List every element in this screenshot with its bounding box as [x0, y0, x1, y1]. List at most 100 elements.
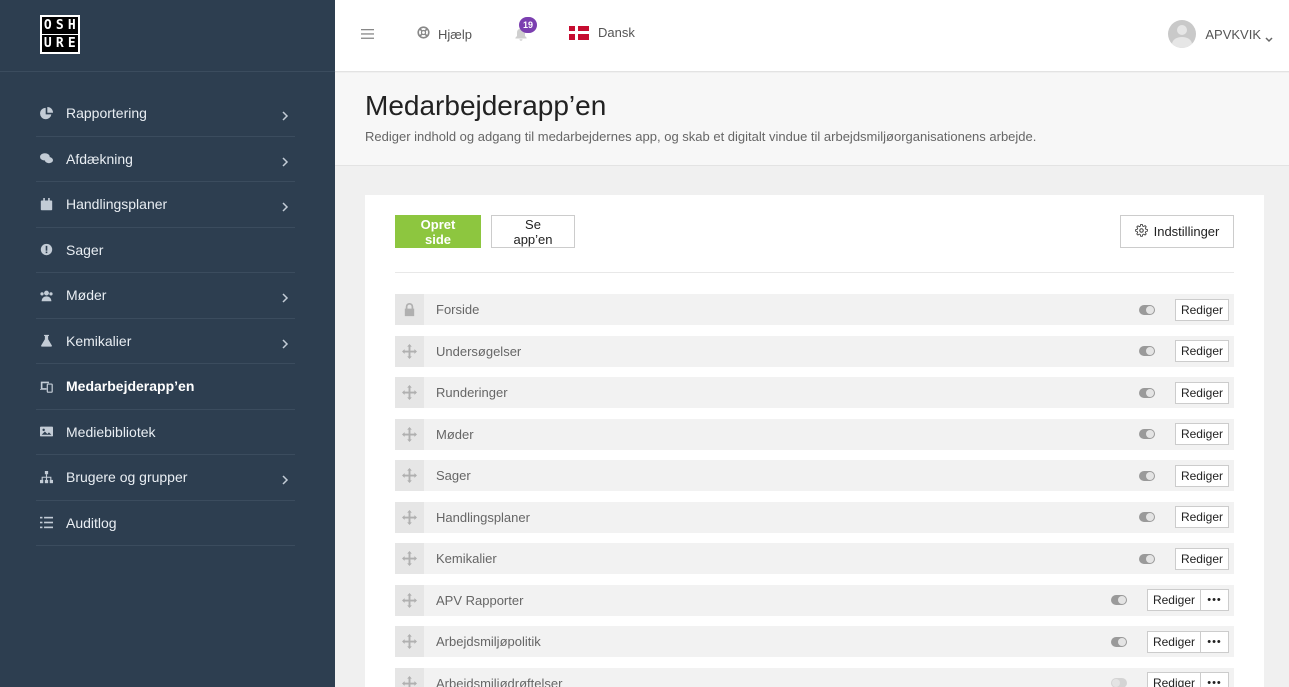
more-options-button[interactable]: ••• — [1201, 672, 1229, 687]
logo-letter: U — [42, 34, 54, 52]
toolbar: Opret side Se app’en Indstillinger — [395, 215, 1234, 273]
sidebar-item-label: Brugere og grupper — [66, 469, 188, 486]
row-actions: Rediger — [1138, 502, 1229, 533]
sidebar-item-moder[interactable]: Møder — [36, 273, 295, 319]
settings-button[interactable]: Indstillinger — [1120, 215, 1234, 248]
visibility-toggle[interactable] — [1138, 304, 1155, 315]
edit-button[interactable]: Rediger — [1174, 547, 1229, 570]
page-list: Forside Rediger Undersøgelser Rediger Runder… — [395, 294, 1234, 687]
visibility-toggle[interactable] — [1138, 429, 1155, 439]
edit-button[interactable]: Rediger — [1174, 340, 1229, 362]
logo-letter: O — [42, 17, 54, 34]
list-item: Forside Rediger — [395, 294, 1234, 325]
row-actions: Rediger — [1138, 460, 1229, 491]
visibility-toggle[interactable] — [1110, 595, 1127, 605]
drag-handle-icon[interactable] — [395, 377, 424, 408]
oshure-logo[interactable]: O S H U R E — [40, 15, 80, 54]
drag-handle-icon[interactable] — [395, 418, 424, 450]
help-label: Hjælp — [438, 26, 472, 42]
avatar — [1168, 20, 1197, 48]
row-actions: Rediger ••• — [1110, 585, 1229, 616]
drag-handle-icon[interactable] — [395, 543, 424, 574]
sidebar-item-rapportering[interactable]: Rapportering — [36, 91, 295, 137]
list-item-title: Kemikalier — [436, 551, 497, 566]
visibility-toggle[interactable] — [1138, 346, 1155, 356]
page-header: Medarbejderapp’en Rediger indhold og adg… — [335, 73, 1289, 166]
list-item: Arbejdsmiljøpolitik Rediger ••• — [395, 626, 1234, 657]
logo-area: O S H U R E — [0, 0, 335, 72]
list-item: Arbejdsmiljødrøftelser Rediger ••• — [395, 667, 1234, 687]
sidebar-item-medarbejderappen[interactable]: Medarbejderapp’en — [36, 364, 295, 410]
page-title: Medarbejderapp’en — [365, 90, 607, 121]
sidebar-item-kemikalier[interactable]: Kemikalier — [36, 319, 295, 364]
lock-icon — [395, 294, 424, 325]
list-item: APV Rapporter Rediger ••• — [395, 584, 1234, 616]
sidebar-item-label: Handlingsplaner — [66, 196, 168, 213]
sidebar-item-auditlog[interactable]: Auditlog — [36, 501, 295, 546]
content-card: Opret side Se app’en Indstillinger Forsi… — [365, 195, 1264, 687]
list-item: Runderinger Rediger — [395, 377, 1234, 408]
sidebar-item-mediebibliotek[interactable]: Mediebibliotek — [36, 410, 295, 455]
drag-handle-icon[interactable] — [395, 667, 424, 687]
list-item-title: Handlingsplaner — [436, 509, 530, 525]
chevron-right-icon — [281, 336, 289, 352]
sidebar-item-brugere-og-grupper[interactable]: Brugere og grupper — [36, 455, 295, 501]
help-link[interactable]: Hjælp — [417, 26, 472, 42]
danish-flag-icon — [569, 25, 589, 40]
list-item-title: Arbejdsmiljøpolitik — [436, 634, 541, 649]
chevron-down-icon — [1265, 31, 1273, 43]
sidebar-item-label: Sager — [66, 241, 104, 258]
devices-icon — [40, 380, 53, 393]
hamburger-menu-icon[interactable] — [361, 27, 374, 39]
more-options-button[interactable]: ••• — [1201, 630, 1229, 653]
list-item: Møder Rediger — [395, 418, 1234, 450]
chevron-right-icon — [281, 290, 289, 306]
edit-button[interactable]: Rediger — [1174, 423, 1229, 445]
visibility-toggle[interactable] — [1138, 387, 1155, 398]
notification-badge[interactable]: 19 — [519, 17, 537, 33]
edit-button[interactable]: Rediger — [1174, 506, 1229, 528]
edit-button[interactable]: Rediger — [1174, 464, 1229, 487]
more-options-button[interactable]: ••• — [1201, 589, 1229, 611]
sidebar-item-label: Auditlog — [66, 514, 117, 531]
user-menu[interactable]: APVKVIK — [1168, 20, 1273, 48]
edit-button[interactable]: Rediger — [1174, 381, 1229, 404]
language-selector[interactable]: Dansk — [569, 25, 635, 40]
users-icon — [40, 289, 53, 302]
visibility-toggle[interactable] — [1138, 553, 1155, 564]
drag-handle-icon[interactable] — [395, 626, 424, 657]
exclamation-circle-icon — [40, 243, 53, 256]
pie-chart-icon — [40, 106, 53, 120]
lifebuoy-icon — [417, 26, 438, 42]
create-page-button[interactable]: Opret side — [395, 215, 481, 248]
chat-bubbles-icon — [40, 152, 53, 165]
row-actions: Rediger — [1138, 294, 1229, 325]
edit-button[interactable]: Rediger — [1146, 672, 1201, 687]
page-subtitle: Rediger indhold og adgang til medarbejde… — [365, 129, 1037, 144]
chevron-right-icon — [281, 472, 289, 488]
see-app-button[interactable]: Se app’en — [491, 215, 575, 248]
drag-handle-icon[interactable] — [395, 335, 424, 367]
sidebar-item-label: Medarbejderapp’en — [66, 378, 195, 395]
drag-handle-icon[interactable] — [395, 501, 424, 533]
visibility-toggle[interactable] — [1138, 470, 1155, 481]
visibility-toggle[interactable] — [1110, 636, 1127, 647]
chevron-right-icon — [281, 199, 289, 215]
sidebar-item-handlingsplaner[interactable]: Handlingsplaner — [36, 182, 295, 228]
list-item-title: Runderinger — [436, 385, 508, 400]
visibility-toggle[interactable] — [1138, 512, 1155, 522]
sidebar-item-sager[interactable]: Sager — [36, 228, 295, 273]
flask-icon — [40, 334, 53, 347]
edit-button[interactable]: Rediger — [1146, 630, 1201, 653]
visibility-toggle[interactable] — [1110, 678, 1127, 687]
edit-button[interactable]: Rediger — [1174, 298, 1229, 321]
sidebar-item-afdaekning[interactable]: Afdækning — [36, 137, 295, 182]
sidebar-nav: Rapportering Afdækning Handlingsplaner S… — [0, 91, 335, 546]
drag-handle-icon[interactable] — [395, 584, 424, 616]
chevron-right-icon — [281, 154, 289, 170]
drag-handle-icon[interactable] — [395, 460, 424, 491]
list-item: Undersøgelser Rediger — [395, 335, 1234, 367]
logo-letter: E — [66, 34, 78, 52]
edit-button[interactable]: Rediger — [1146, 589, 1201, 611]
list-item-title: Arbejdsmiljødrøftelser — [436, 675, 563, 687]
